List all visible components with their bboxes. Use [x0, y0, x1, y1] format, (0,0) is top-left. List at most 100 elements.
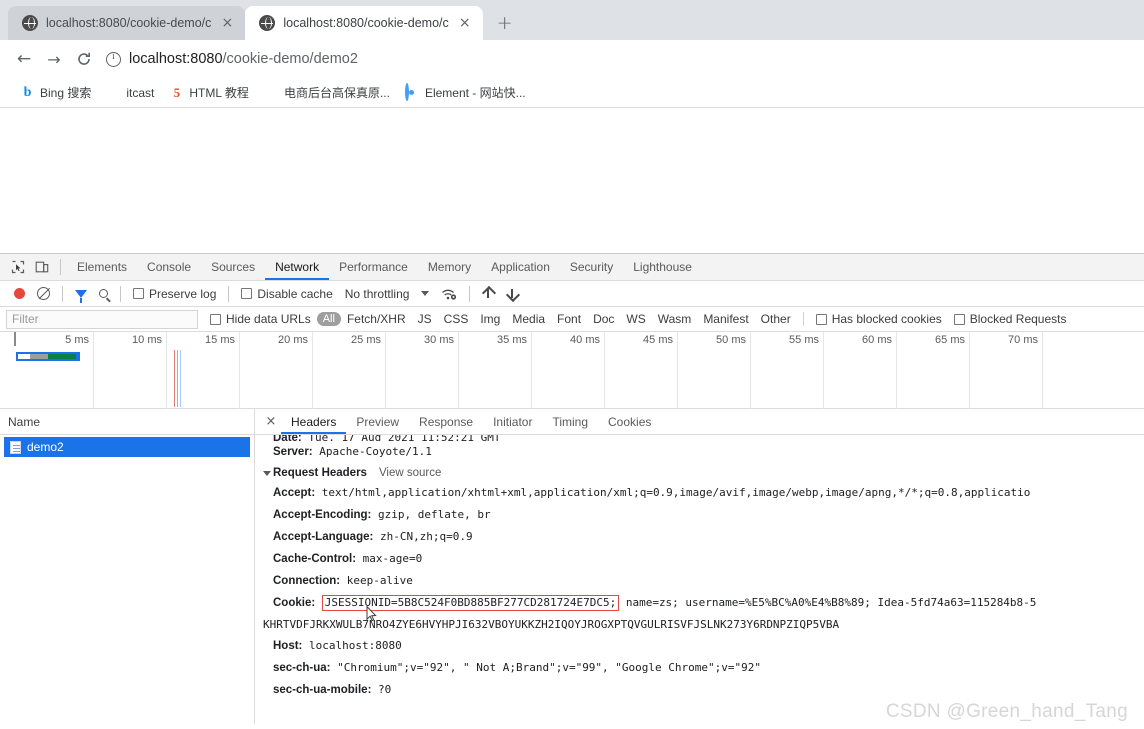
subtab-headers[interactable]: Headers	[281, 409, 346, 434]
throttling-select[interactable]: No throttling	[339, 287, 416, 301]
tab-sources[interactable]: Sources	[201, 254, 265, 280]
tab-performance[interactable]: Performance	[329, 254, 418, 280]
header-value: text/html,application/xhtml+xml,applicat…	[315, 486, 1031, 499]
timeline-tick: 25 ms	[351, 334, 381, 346]
browser-tab-2[interactable]: localhost:8080/cookie-demo/c ×	[245, 6, 483, 40]
new-tab-button[interactable]: +	[491, 9, 519, 37]
view-source-link[interactable]: View source	[379, 467, 441, 479]
tab-security[interactable]: Security	[560, 254, 623, 280]
clear-button[interactable]	[31, 287, 56, 300]
filter-type-all[interactable]: All	[316, 312, 341, 326]
tab-lighthouse[interactable]: Lighthouse	[623, 254, 702, 280]
filter-type-other[interactable]: Other	[755, 311, 797, 327]
throttling-label: No throttling	[344, 286, 410, 301]
search-button[interactable]	[93, 289, 114, 298]
import-har-button[interactable]	[476, 287, 500, 300]
network-overview-timeline[interactable]: 5 ms 10 ms 15 ms 20 ms 25 ms 30 ms 35 ms…	[0, 332, 1144, 409]
browser-tab-1[interactable]: localhost:8080/cookie-demo/c ×	[8, 6, 246, 40]
checkbox-icon	[133, 288, 144, 299]
filter-type-doc[interactable]: Doc	[587, 311, 620, 327]
filter-type-font[interactable]: Font	[551, 311, 587, 327]
filter-type-fetch-xhr[interactable]: Fetch/XHR	[341, 311, 412, 327]
device-toolbar-icon[interactable]	[30, 256, 54, 278]
header-cache-control: Cache-Control: max-age=0	[255, 548, 1144, 570]
timeline-request-bar	[16, 352, 80, 361]
reload-button[interactable]	[70, 45, 98, 73]
header-name: Host:	[273, 640, 303, 652]
element-icon	[404, 83, 420, 101]
subtab-initiator[interactable]: Initiator	[483, 409, 542, 434]
page-viewport	[0, 108, 1144, 253]
header-name: sec-ch-ua-mobile:	[273, 684, 372, 696]
header-name: Accept-Encoding:	[273, 509, 372, 521]
record-button[interactable]	[8, 288, 31, 299]
globe-icon	[259, 15, 276, 31]
tab-memory[interactable]: Memory	[418, 254, 481, 280]
filter-type-js[interactable]: JS	[412, 311, 438, 327]
request-name: demo2	[27, 440, 64, 454]
download-icon	[506, 287, 518, 300]
checkbox-icon	[953, 313, 965, 325]
html-icon: 5	[173, 85, 181, 100]
preserve-log-checkbox[interactable]: Preserve log	[127, 287, 222, 301]
table-row[interactable]: demo2	[4, 437, 250, 457]
header-value: keep-alive	[340, 574, 413, 587]
subtab-preview[interactable]: Preview	[346, 409, 409, 434]
disable-cache-checkbox[interactable]: Disable cache	[235, 287, 338, 301]
filter-type-ws[interactable]: WS	[620, 311, 651, 327]
header-cookie: Cookie: JSESSIONID=5B8C524F0BD885BF277CD…	[255, 592, 1144, 622]
header-value: localhost:8080	[302, 639, 402, 652]
filter-input[interactable]: Filter	[6, 309, 198, 329]
bookmark-label: Element - 网站快...	[424, 86, 526, 100]
throttling-dropdown-button[interactable]	[415, 291, 435, 296]
filter-type-wasm[interactable]: Wasm	[652, 311, 698, 327]
site-info-icon[interactable]	[106, 51, 121, 67]
timeline-tick: 10 ms	[132, 334, 162, 346]
tab-application[interactable]: Application	[481, 254, 560, 280]
subtab-cookies[interactable]: Cookies	[598, 409, 661, 434]
filter-type-manifest[interactable]: Manifest	[697, 311, 754, 327]
forward-button[interactable]: →	[40, 45, 68, 73]
filter-type-img[interactable]: Img	[474, 311, 506, 327]
header-accept-encoding: Accept-Encoding: gzip, deflate, br	[255, 504, 1144, 526]
tab-elements[interactable]: Elements	[67, 254, 137, 280]
network-conditions-button[interactable]	[435, 287, 463, 301]
filter-type-css[interactable]: CSS	[438, 311, 475, 327]
timeline-tick: 50 ms	[716, 334, 746, 346]
tab-console[interactable]: Console	[137, 254, 201, 280]
export-har-button[interactable]	[500, 287, 524, 300]
network-body: Name demo2 × Headers Preview Response In…	[0, 409, 1144, 724]
globe-icon	[22, 15, 38, 31]
timeline-tick: 55 ms	[789, 334, 819, 346]
close-icon[interactable]: ×	[219, 16, 235, 30]
bookmark-bing[interactable]: b Bing 搜索	[20, 84, 92, 101]
section-title: Request Headers	[273, 467, 367, 479]
subtab-timing[interactable]: Timing	[542, 409, 598, 434]
address-bar[interactable]: localhost:8080/cookie-demo/demo2	[106, 46, 1134, 72]
bookmark-ecommerce[interactable]: 电商后台高保真原...	[264, 84, 390, 101]
bookmark-element[interactable]: Element - 网站快...	[404, 83, 526, 101]
filter-toggle-button[interactable]	[69, 289, 93, 303]
back-button[interactable]: ←	[10, 45, 38, 73]
filter-type-media[interactable]: Media	[506, 311, 551, 327]
close-icon[interactable]: ×	[457, 16, 473, 30]
timeline-tick: 30 ms	[424, 334, 454, 346]
headers-pane[interactable]: Date: Tue, 17 Aug 2021 11:52:21 GMT Serv…	[255, 435, 1144, 724]
has-blocked-cookies-checkbox[interactable]: Has blocked cookies	[810, 312, 948, 326]
request-list-header[interactable]: Name	[0, 409, 254, 435]
subtab-response[interactable]: Response	[409, 409, 483, 434]
hide-data-urls-checkbox[interactable]: Hide data URLs	[204, 312, 317, 326]
header-accept: Accept: text/html,application/xhtml+xml,…	[255, 482, 1144, 504]
bookmark-html[interactable]: 5 HTML 教程	[169, 84, 249, 101]
request-headers-section[interactable]: Request Headers View source	[255, 463, 1144, 482]
close-icon[interactable]: ×	[261, 414, 281, 429]
tab-network[interactable]: Network	[265, 254, 329, 280]
globe-icon	[264, 85, 279, 100]
bookmark-label: Bing 搜索	[40, 86, 92, 100]
tab-strip: localhost:8080/cookie-demo/c × localhost…	[0, 0, 1144, 40]
header-host: Host: localhost:8080	[255, 635, 1144, 657]
bookmark-itcast[interactable]: itcast	[106, 85, 154, 100]
checkbox-icon	[241, 288, 253, 299]
inspect-element-icon[interactable]	[6, 256, 30, 278]
blocked-requests-checkbox[interactable]: Blocked Requests	[948, 312, 1073, 326]
